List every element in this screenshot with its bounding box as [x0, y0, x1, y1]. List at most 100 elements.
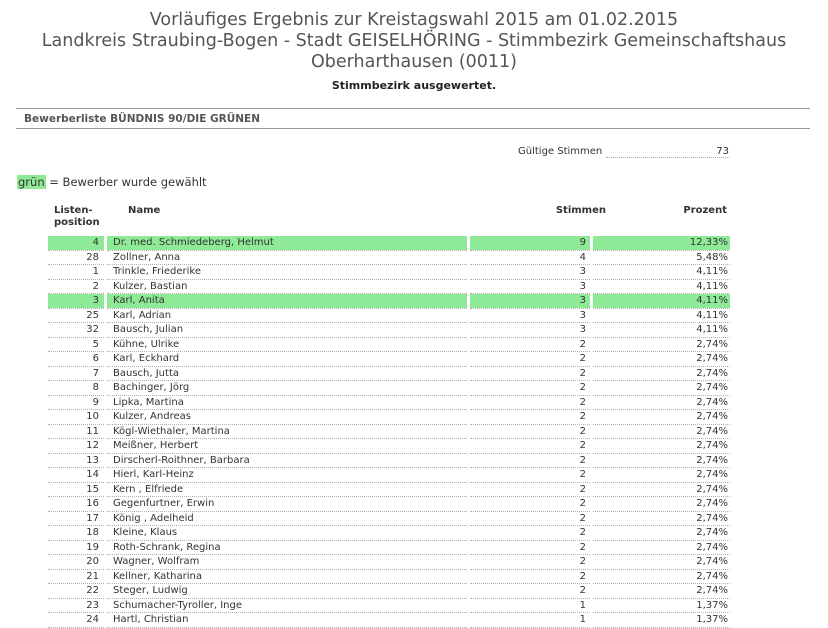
cell-candidate-name: Kern , Elfriede [107, 482, 467, 497]
cell-percent: 4,11% [593, 279, 730, 294]
cell-percent: 4,11% [593, 264, 730, 280]
cell-list-position: 12 [48, 438, 104, 454]
table-row: 15 Kern , Elfriede 2 2,74% [48, 482, 730, 497]
cell-percent: 2,74% [593, 583, 730, 599]
cell-votes: 2 [470, 366, 590, 381]
divider-bottom [16, 128, 810, 129]
table-row: 22 Steger, Ludwig 2 2,74% [48, 583, 730, 599]
table-row: 5 Kühne, Ulrike 2 2,74% [48, 337, 730, 352]
cell-percent: 2,74% [593, 351, 730, 367]
cell-candidate-name: Steger, Ludwig [107, 583, 467, 599]
cell-list-position: 32 [48, 322, 104, 338]
cell-votes: 3 [470, 322, 590, 338]
cell-list-position: 16 [48, 496, 104, 512]
cell-candidate-name: Karl, Adrian [107, 308, 467, 323]
table-row: 2 Kulzer, Bastian 3 4,11% [48, 279, 730, 294]
cell-list-position: 3 [48, 293, 104, 309]
valid-votes-value: 73 [716, 146, 729, 157]
cell-votes: 2 [470, 380, 590, 396]
table-row: 25 Karl, Adrian 3 4,11% [48, 308, 730, 323]
cell-candidate-name: Trinkle, Friederike [107, 264, 467, 280]
title-line-1: Vorläufiges Ergebnis zur Kreistagswahl 2… [149, 10, 679, 30]
cell-list-position: 14 [48, 467, 104, 483]
cell-list-position: 8 [48, 380, 104, 396]
cell-votes: 2 [470, 351, 590, 367]
table-row: 21 Kellner, Katharina 2 2,74% [48, 569, 730, 584]
cell-list-position: 18 [48, 525, 104, 541]
cell-percent: 2,74% [593, 569, 730, 584]
cell-percent: 5,48% [593, 250, 730, 265]
cell-candidate-name: Zollner, Anna [107, 250, 467, 265]
column-header-position: Listen- position [54, 205, 100, 229]
cell-votes: 2 [470, 496, 590, 512]
cell-list-position: 23 [48, 598, 104, 613]
cell-votes: 2 [470, 409, 590, 425]
cell-list-position: 25 [48, 308, 104, 323]
cell-list-position: 2 [48, 279, 104, 294]
legend-swatch: grün [17, 175, 46, 189]
table-row: 24 Hartl, Christian 1 1,37% [48, 612, 730, 628]
cell-votes: 4 [470, 250, 590, 265]
cell-candidate-name: Kögl-Wiethaler, Martina [107, 424, 467, 439]
cell-percent: 2,74% [593, 467, 730, 483]
cell-percent: 2,74% [593, 366, 730, 381]
cell-votes: 9 [470, 236, 590, 251]
cell-votes: 2 [470, 583, 590, 599]
valid-votes-underline [606, 157, 730, 158]
divider-top [16, 108, 810, 109]
table-row: 16 Gegenfurtner, Erwin 2 2,74% [48, 496, 730, 512]
table-row: 1 Trinkle, Friederike 3 4,11% [48, 264, 730, 280]
cell-list-position: 7 [48, 366, 104, 381]
table-row: 18 Kleine, Klaus 2 2,74% [48, 525, 730, 541]
table-row: 11 Kögl-Wiethaler, Martina 2 2,74% [48, 424, 730, 439]
column-header-position-line2: position [54, 217, 100, 228]
cell-votes: 2 [470, 395, 590, 410]
cell-candidate-name: König , Adelheid [107, 511, 467, 526]
cell-list-position: 1 [48, 264, 104, 280]
results-table: 4 Dr. med. Schmiedeberg, Helmut 9 12,33% 28 Z… [48, 236, 730, 628]
table-row: 8 Bachinger, Jörg 2 2,74% [48, 380, 730, 396]
page-title: Vorläufiges Ergebnis zur Kreistagswahl 2… [0, 10, 828, 73]
cell-list-position: 15 [48, 482, 104, 497]
column-header-name: Name [128, 205, 161, 216]
cell-candidate-name: Schumacher-Tyroller, Inge [107, 598, 467, 613]
cell-percent: 2,74% [593, 424, 730, 439]
cell-candidate-name: Gegenfurtner, Erwin [107, 496, 467, 512]
cell-candidate-name: Lipka, Martina [107, 395, 467, 410]
cell-list-position: 6 [48, 351, 104, 367]
column-header-votes: Stimmen [555, 205, 606, 216]
cell-votes: 2 [470, 554, 590, 570]
table-row: 32 Bausch, Julian 3 4,11% [48, 322, 730, 338]
cell-candidate-name: Bausch, Julian [107, 322, 467, 338]
cell-votes: 2 [470, 569, 590, 584]
cell-list-position: 11 [48, 424, 104, 439]
cell-percent: 2,74% [593, 337, 730, 352]
cell-candidate-name: Bausch, Jutta [107, 366, 467, 381]
cell-percent: 2,74% [593, 438, 730, 454]
cell-candidate-name: Kulzer, Bastian [107, 279, 467, 294]
table-row: 17 König , Adelheid 2 2,74% [48, 511, 730, 526]
cell-percent: 4,11% [593, 308, 730, 323]
cell-votes: 1 [470, 612, 590, 628]
cell-candidate-name: Kellner, Katharina [107, 569, 467, 584]
table-row: 20 Wagner, Wolfram 2 2,74% [48, 554, 730, 570]
cell-list-position: 21 [48, 569, 104, 584]
cell-candidate-name: Bachinger, Jörg [107, 380, 467, 396]
cell-percent: 2,74% [593, 554, 730, 570]
cell-percent: 12,33% [593, 236, 730, 251]
cell-votes: 2 [470, 438, 590, 454]
cell-list-position: 13 [48, 453, 104, 468]
cell-votes: 2 [470, 424, 590, 439]
cell-list-position: 24 [48, 612, 104, 628]
cell-votes: 2 [470, 540, 590, 555]
cell-candidate-name: Karl, Eckhard [107, 351, 467, 367]
table-row: 19 Roth-Schrank, Regina 2 2,74% [48, 540, 730, 555]
cell-votes: 2 [470, 453, 590, 468]
cell-votes: 3 [470, 264, 590, 280]
cell-percent: 2,74% [593, 453, 730, 468]
table-row: 10 Kulzer, Andreas 2 2,74% [48, 409, 730, 425]
cell-candidate-name: Wagner, Wolfram [107, 554, 467, 570]
cell-candidate-name: Kühne, Ulrike [107, 337, 467, 352]
cell-candidate-name: Karl, Anita [107, 293, 467, 309]
cell-percent: 1,37% [593, 598, 730, 613]
